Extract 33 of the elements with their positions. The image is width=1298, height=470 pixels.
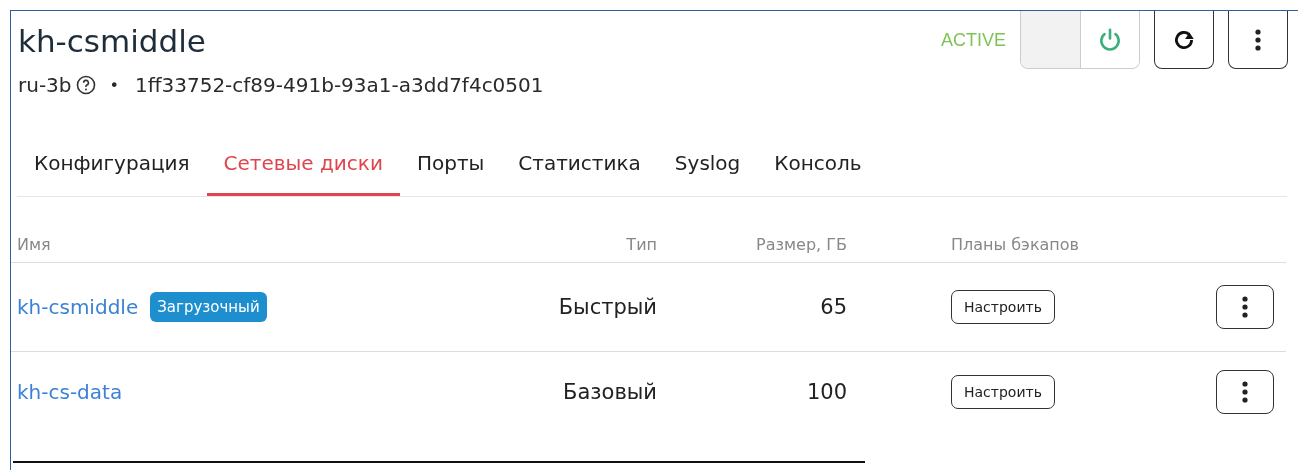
separator-dot: • [109, 75, 119, 95]
more-icon [1242, 296, 1248, 318]
row-menu-button[interactable] [1216, 370, 1274, 414]
disk-link[interactable]: kh-csmiddle [17, 295, 139, 319]
power-toggle[interactable] [1020, 11, 1140, 69]
help-icon[interactable] [75, 75, 96, 95]
column-header: Имя [11, 227, 467, 263]
tab[interactable]: Порты [399, 141, 502, 196]
more-icon [1255, 28, 1261, 51]
column-header: Размер, ГБ [657, 227, 847, 263]
configure-button[interactable]: Настроить [951, 290, 1055, 324]
region-label: ru-3b [18, 73, 72, 97]
status-label: ACTIVE [941, 30, 1006, 51]
more-icon [1242, 381, 1248, 403]
configure-button[interactable]: Настроить [951, 375, 1055, 409]
table-cell: Быстрый [467, 262, 657, 352]
table-cell: Базовый [467, 351, 657, 432]
column-header: Планы бэкапов [847, 227, 1216, 263]
tab[interactable]: Консоль [757, 141, 879, 196]
tab[interactable]: Конфигурация [17, 141, 207, 196]
instance-id: 1ff33752-cf89-491b-93a1-a3dd7f4c0501 [135, 73, 544, 97]
instance-title: kh-csmiddle [18, 23, 207, 59]
table-cell: 100 [657, 351, 847, 432]
tab[interactable]: Syslog [657, 141, 758, 196]
tab[interactable]: Сетевые диски [206, 141, 400, 196]
tab[interactable]: Статистика [501, 141, 658, 196]
column-header: Тип [467, 227, 657, 263]
table-cell: 65 [657, 262, 847, 352]
refresh-button[interactable] [1154, 11, 1214, 69]
more-button[interactable] [1228, 11, 1288, 69]
disk-link[interactable]: kh-cs-data [17, 380, 123, 404]
boot-badge: Загрузочный [150, 292, 267, 322]
row-menu-button[interactable] [1216, 285, 1274, 329]
